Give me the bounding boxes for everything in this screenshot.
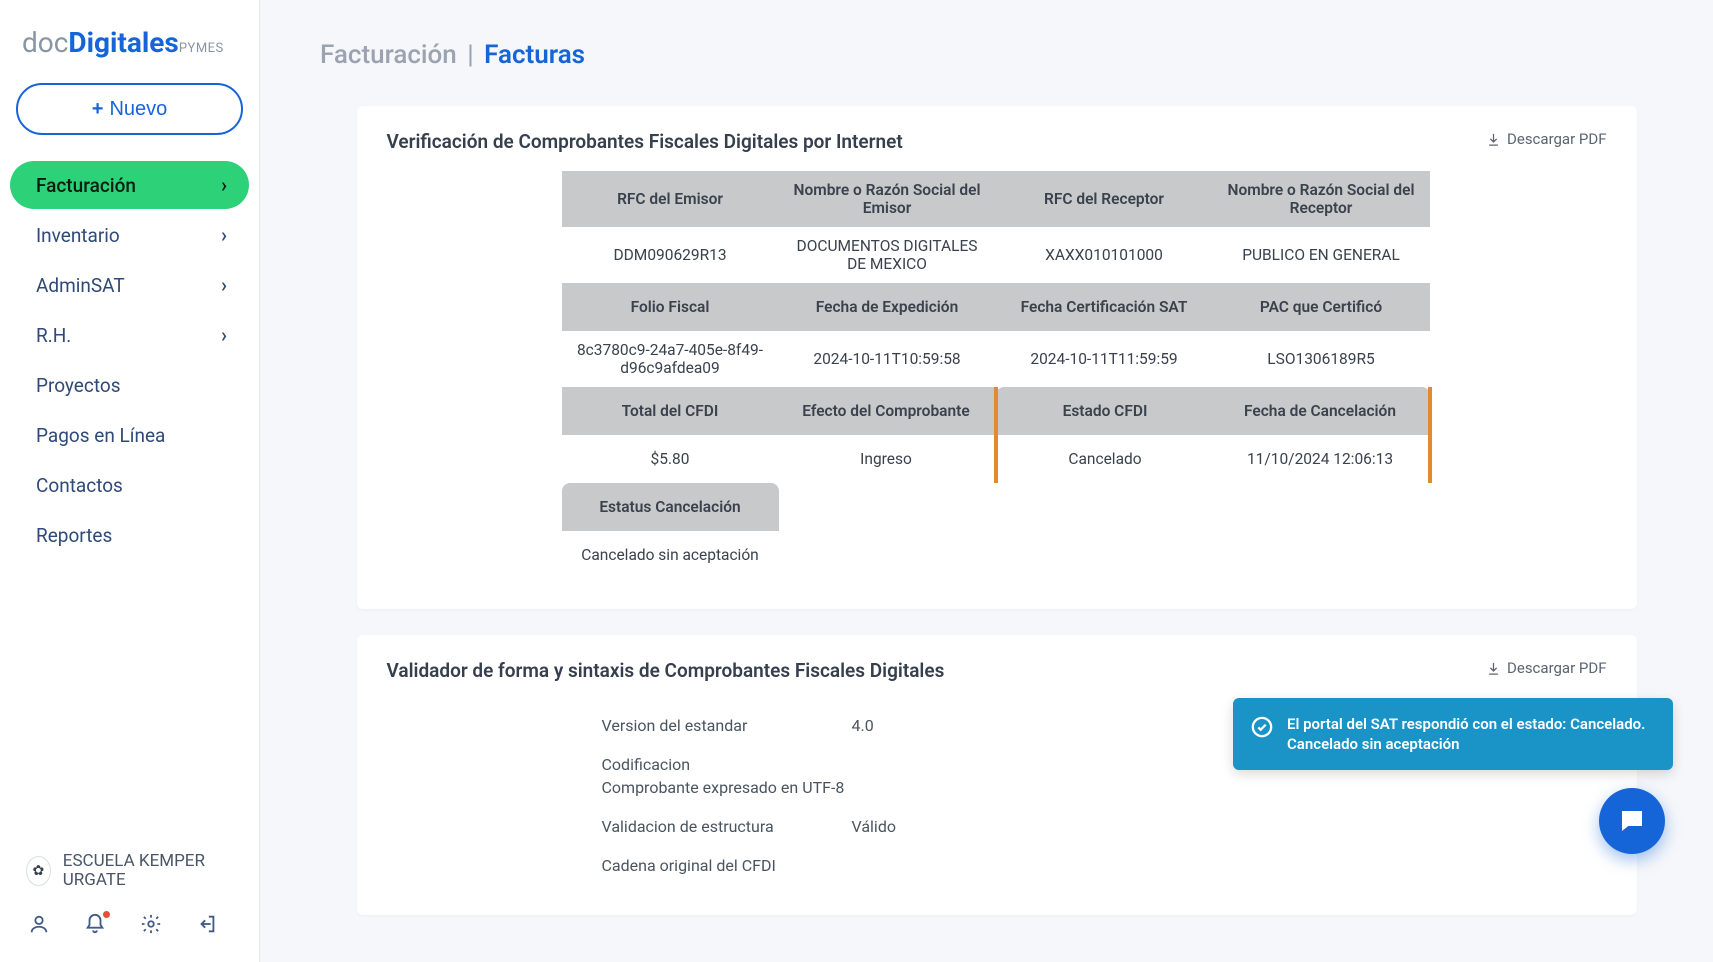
sidebar-item-label: R.H. xyxy=(36,324,71,347)
td-nombre-receptor: PUBLICO EN GENERAL xyxy=(1213,227,1430,283)
chevron-right-icon: › xyxy=(221,323,227,347)
th-nombre-receptor: Nombre o Razón Social del Receptor xyxy=(1213,171,1430,227)
sidebar-item-facturacion[interactable]: Facturación › xyxy=(10,161,249,209)
user-block[interactable]: ✿ ESCUELA KEMPER URGATE xyxy=(20,844,239,913)
breadcrumb-page: Facturas xyxy=(484,40,585,70)
sidebar-item-label: Inventario xyxy=(36,224,120,247)
user-name: ESCUELA KEMPER URGATE xyxy=(63,852,233,891)
notification-dot xyxy=(103,911,110,918)
bell-icon[interactable] xyxy=(84,913,106,940)
sidebar-item-contactos[interactable]: Contactos xyxy=(10,461,249,509)
chevron-right-icon: › xyxy=(221,223,227,247)
verification-table: RFC del Emisor Nombre o Razón Social del… xyxy=(562,171,1432,579)
th-rfc-receptor: RFC del Receptor xyxy=(996,171,1213,227)
sidebar-item-label: Facturación xyxy=(36,174,136,197)
logo-part1: doc xyxy=(22,26,68,59)
download-pdf-label: Descargar PDF xyxy=(1507,130,1606,148)
validator-value: 4.0 xyxy=(852,716,874,735)
th-total: Total del CFDI xyxy=(562,387,779,435)
sidebar-item-pagos[interactable]: Pagos en Línea xyxy=(10,411,249,459)
td-efecto: Ingreso xyxy=(779,435,996,483)
gear-icon[interactable] xyxy=(140,913,162,940)
th-efecto: Efecto del Comprobante xyxy=(779,387,996,435)
logo-part2: Digitales xyxy=(68,26,178,59)
check-circle-icon xyxy=(1251,716,1273,738)
sidebar-item-reportes[interactable]: Reportes xyxy=(10,511,249,559)
th-fecha-cancel: Fecha de Cancelación xyxy=(1213,387,1430,435)
download-pdf-label: Descargar PDF xyxy=(1507,659,1606,677)
sidebar-item-rh[interactable]: R.H. › xyxy=(10,311,249,359)
breadcrumb: Facturación | Facturas xyxy=(320,40,1673,70)
status-toast: El portal del SAT respondió con el estad… xyxy=(1233,698,1673,771)
th-estatus-cancel: Estatus Cancelación xyxy=(562,483,779,531)
td-total: $5.80 xyxy=(562,435,779,483)
th-rfc-emisor: RFC del Emisor xyxy=(562,171,779,227)
validator-key: Validacion de estructura xyxy=(602,817,812,836)
main-content: Facturación | Facturas Verificación de C… xyxy=(260,0,1713,962)
td-fecha-exp: 2024-10-11T10:59:58 xyxy=(779,331,996,387)
download-pdf-button[interactable]: Descargar PDF xyxy=(1486,130,1606,148)
new-button-label: Nuevo xyxy=(109,98,167,121)
logout-icon[interactable] xyxy=(196,913,218,940)
validator-key: Cadena original del CFDI xyxy=(602,856,812,875)
breadcrumb-section: Facturación xyxy=(320,40,457,70)
profile-icon[interactable] xyxy=(28,913,50,940)
th-estado: Estado CFDI xyxy=(996,387,1213,435)
td-fecha-cert: 2024-10-11T11:59:59 xyxy=(996,331,1213,387)
sidebar: docDigitalesPYMES + Nuevo Facturación › … xyxy=(0,0,260,962)
validator-card: Validador de forma y sintaxis de Comprob… xyxy=(357,635,1637,915)
validator-key: Version del estandar xyxy=(602,716,812,735)
verification-title: Verificación de Comprobantes Fiscales Di… xyxy=(387,130,903,153)
sidebar-item-adminsat[interactable]: AdminSAT › xyxy=(10,261,249,309)
sidebar-item-proyectos[interactable]: Proyectos xyxy=(10,361,249,409)
sidebar-item-label: Contactos xyxy=(36,474,123,497)
sidebar-nav: Facturación › Inventario › AdminSAT › R.… xyxy=(10,161,249,559)
validator-key: Codificacion xyxy=(602,755,812,774)
td-estado: Cancelado xyxy=(996,435,1213,483)
chat-icon xyxy=(1617,806,1647,836)
th-folio: Folio Fiscal xyxy=(562,283,779,331)
td-folio: 8c3780c9-24a7-405e-8f49-d96c9afdea09 xyxy=(562,331,779,387)
validator-row-cadena: Cadena original del CFDI xyxy=(602,846,1607,885)
validator-value: Comprobante expresado en UTF-8 xyxy=(602,778,1607,797)
td-rfc-receptor: XAXX010101000 xyxy=(996,227,1213,283)
sidebar-item-label: Proyectos xyxy=(36,374,121,397)
td-rfc-emisor: DDM090629R13 xyxy=(562,227,779,283)
chevron-right-icon: › xyxy=(221,273,227,297)
download-pdf-button[interactable]: Descargar PDF xyxy=(1486,659,1606,677)
new-button[interactable]: + Nuevo xyxy=(16,83,243,135)
td-pac: LSO1306189R5 xyxy=(1213,331,1430,387)
td-nombre-emisor: DOCUMENTOS DIGITALES DE MEXICO xyxy=(779,227,996,283)
th-pac: PAC que Certificó xyxy=(1213,283,1430,331)
plus-icon: + xyxy=(92,98,104,121)
sidebar-footer: ✿ ESCUELA KEMPER URGATE xyxy=(10,844,249,948)
th-fecha-exp: Fecha de Expedición xyxy=(779,283,996,331)
logo: docDigitalesPYMES xyxy=(10,20,249,83)
th-fecha-cert: Fecha Certificación SAT xyxy=(996,283,1213,331)
download-icon xyxy=(1486,132,1501,147)
breadcrumb-separator: | xyxy=(463,40,477,70)
chat-fab[interactable] xyxy=(1599,788,1665,854)
logo-part3: PYMES xyxy=(179,41,224,56)
sidebar-item-label: AdminSAT xyxy=(36,274,125,297)
td-fecha-cancel: 11/10/2024 12:06:13 xyxy=(1213,435,1430,483)
sidebar-item-inventario[interactable]: Inventario › xyxy=(10,211,249,259)
sidebar-item-label: Reportes xyxy=(36,524,112,547)
validator-value: Válido xyxy=(852,817,896,836)
footer-icons xyxy=(20,913,239,948)
validator-row-validacion: Validacion de estructura Válido xyxy=(602,807,1607,846)
download-icon xyxy=(1486,661,1501,676)
avatar: ✿ xyxy=(26,856,51,886)
td-estatus-cancel: Cancelado sin aceptación xyxy=(562,531,779,579)
chevron-right-icon: › xyxy=(221,173,227,197)
validator-title: Validador de forma y sintaxis de Comprob… xyxy=(387,659,945,682)
sidebar-item-label: Pagos en Línea xyxy=(36,424,165,447)
toast-text: El portal del SAT respondió con el estad… xyxy=(1287,714,1655,755)
verification-card: Verificación de Comprobantes Fiscales Di… xyxy=(357,106,1637,609)
th-nombre-emisor: Nombre o Razón Social del Emisor xyxy=(779,171,996,227)
